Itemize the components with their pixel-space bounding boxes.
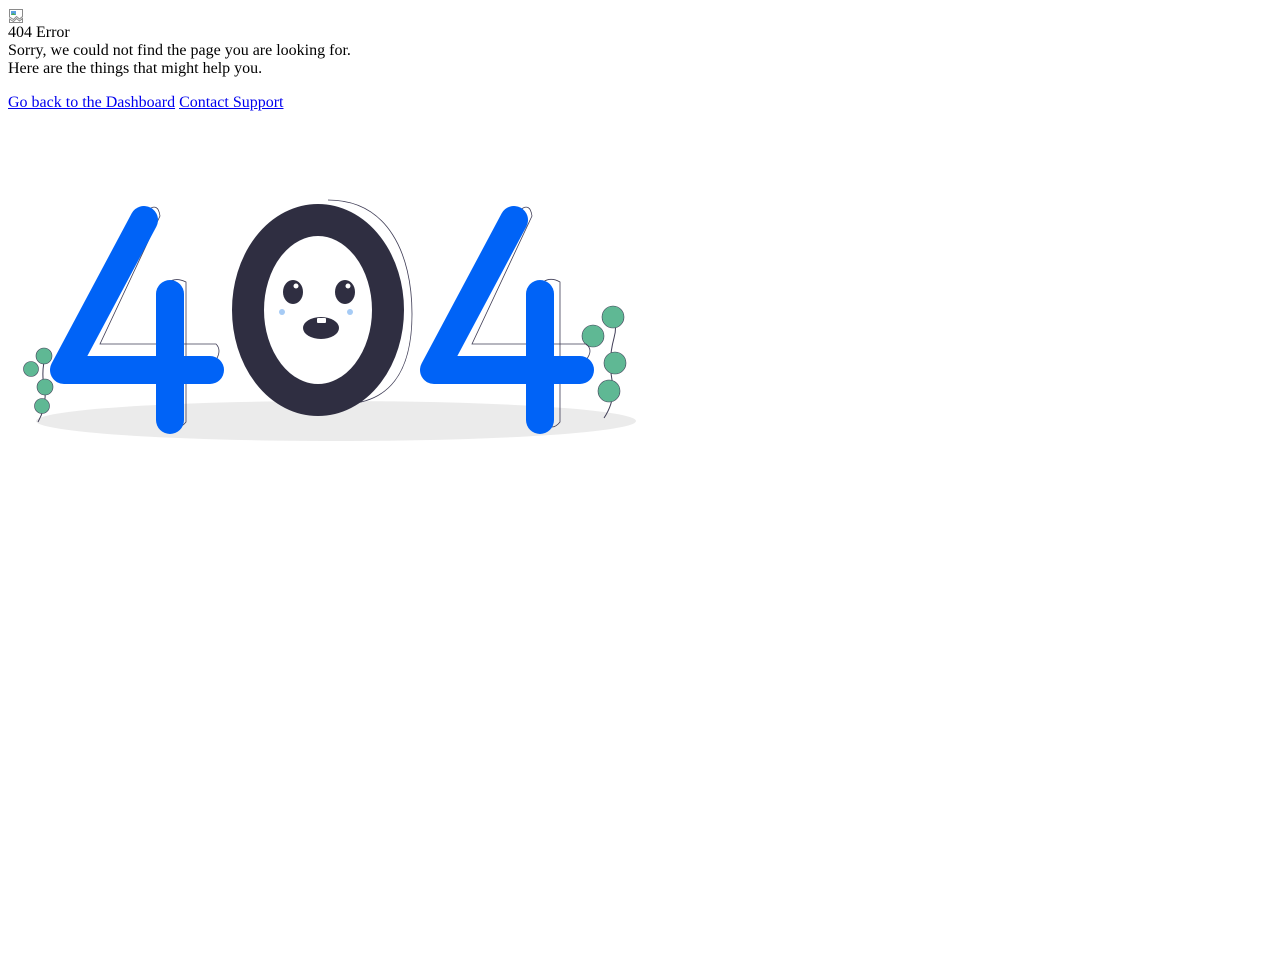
- 404-illustration: [23, 199, 636, 441]
- error-title: 404 Error: [8, 24, 70, 41]
- help-links: Go back to the Dashboard Contact Support: [8, 94, 351, 112]
- right-four-digit: [420, 206, 594, 434]
- broken-image-icon: [8, 8, 24, 24]
- contact-support-link[interactable]: Contact Support: [179, 94, 283, 111]
- error-page: 404 Error Sorry, we could not find the p…: [0, 0, 1280, 960]
- left-plant-icon: [23, 347, 54, 423]
- error-content: 404 Error Sorry, we could not find the p…: [8, 8, 351, 112]
- zero-digit: [232, 204, 404, 416]
- help-message: Here are the things that might help you.: [8, 60, 263, 77]
- dashboard-link[interactable]: Go back to the Dashboard: [8, 94, 175, 111]
- left-four-digit: [50, 206, 224, 434]
- zero-face-icon: [279, 280, 355, 339]
- error-message: Sorry, we could not find the page you ar…: [8, 42, 351, 59]
